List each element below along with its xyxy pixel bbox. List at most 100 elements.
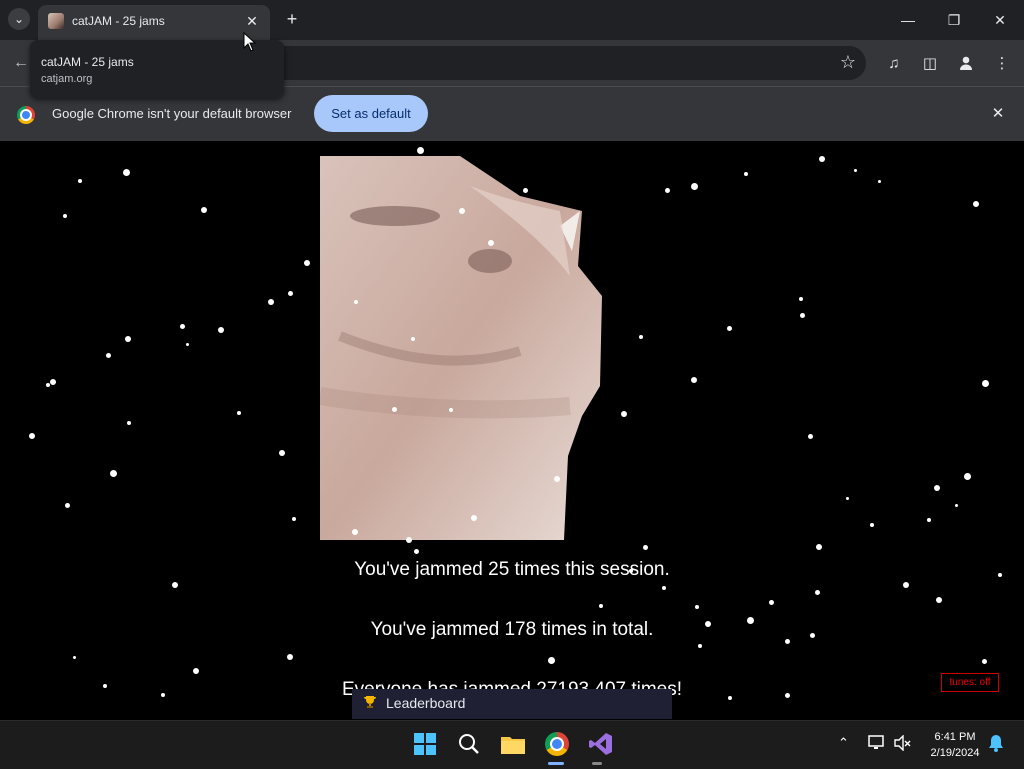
star-particle bbox=[705, 621, 711, 627]
star-particle bbox=[354, 300, 358, 304]
star-particle bbox=[981, 379, 989, 387]
star-particle bbox=[799, 297, 803, 301]
clock-time: 6:41 PM bbox=[934, 731, 976, 743]
star-particle bbox=[287, 654, 293, 660]
star-particle bbox=[179, 323, 185, 329]
side-panel-icon[interactable]: ◫ bbox=[919, 52, 941, 74]
star-particle bbox=[304, 260, 310, 266]
star-particle bbox=[639, 335, 643, 339]
star-particle bbox=[201, 207, 207, 213]
profile-icon[interactable] bbox=[955, 52, 977, 74]
set-as-default-button[interactable]: Set as default bbox=[314, 95, 428, 132]
star-particle bbox=[172, 582, 178, 588]
star-particle bbox=[459, 208, 465, 214]
star-particle bbox=[726, 325, 732, 331]
media-control-icon[interactable]: ♫ bbox=[883, 52, 905, 74]
star-particle bbox=[853, 168, 857, 172]
star-particle bbox=[642, 544, 648, 550]
star-particle bbox=[728, 696, 732, 700]
star-particle bbox=[954, 503, 958, 507]
tunes-toggle[interactable]: tunes: off bbox=[941, 673, 999, 692]
star-particle bbox=[268, 299, 274, 305]
system-clock[interactable]: 6:41 PM 2/19/2024 bbox=[920, 729, 990, 761]
star-particle bbox=[78, 179, 82, 183]
star-particle bbox=[193, 668, 199, 674]
clock-date: 2/19/2024 bbox=[930, 747, 980, 759]
new-tab-plus-icon[interactable]: + bbox=[282, 8, 302, 30]
chrome-taskbar-icon[interactable] bbox=[542, 729, 572, 759]
trophy-icon bbox=[364, 696, 376, 708]
file-explorer-icon[interactable] bbox=[498, 729, 528, 759]
vs-running-indicator bbox=[592, 762, 602, 765]
notification-bell-icon[interactable] bbox=[988, 734, 1004, 755]
more-menu-icon[interactable]: ⋮ bbox=[991, 52, 1013, 74]
star-particle bbox=[973, 201, 979, 207]
star-particle bbox=[105, 352, 111, 358]
star-particle bbox=[690, 182, 698, 190]
chrome-logo-icon bbox=[17, 106, 35, 124]
back-arrow-icon[interactable]: ← bbox=[10, 52, 32, 74]
windows-taskbar: ⌃ 6:41 PM 2/19/2024 bbox=[0, 720, 1024, 769]
infobar-close-icon[interactable]: ✕ bbox=[988, 103, 1008, 123]
star-particle bbox=[784, 692, 790, 698]
star-particle bbox=[50, 379, 56, 385]
star-particle bbox=[698, 644, 702, 648]
star-particle bbox=[449, 408, 453, 412]
star-particle bbox=[664, 187, 670, 193]
volume-muted-icon[interactable] bbox=[894, 734, 912, 754]
minimize-icon[interactable]: — bbox=[888, 6, 928, 34]
star-particle bbox=[411, 337, 415, 341]
tab-catjam[interactable]: catJAM - 25 jams ✕ bbox=[38, 5, 270, 40]
catjam-page: You've jammed 25 times this session. You… bbox=[0, 141, 1024, 720]
network-icon[interactable] bbox=[868, 735, 886, 754]
star-particle bbox=[784, 638, 790, 644]
leaderboard-button[interactable]: Leaderboard bbox=[352, 689, 672, 719]
star-particle bbox=[161, 693, 165, 697]
search-icon[interactable] bbox=[454, 729, 484, 759]
star-particle bbox=[662, 586, 666, 590]
star-particle bbox=[64, 502, 70, 508]
star-particle bbox=[471, 515, 477, 521]
star-particle bbox=[287, 290, 293, 296]
star-particle bbox=[877, 179, 881, 183]
mouse-cursor-icon bbox=[243, 32, 257, 52]
star-particle bbox=[127, 421, 131, 425]
leaderboard-label: Leaderboard bbox=[386, 695, 466, 711]
tab-title: catJAM - 25 jams bbox=[72, 14, 165, 28]
star-particle bbox=[809, 632, 815, 638]
tab-search-chevron-icon[interactable]: ⌄ bbox=[8, 8, 30, 30]
tab-close-icon[interactable]: ✕ bbox=[242, 11, 262, 31]
star-particle bbox=[981, 658, 987, 664]
hover-card-title: catJAM - 25 jams bbox=[41, 55, 134, 69]
star-particle bbox=[768, 599, 774, 605]
star-particle bbox=[72, 655, 76, 659]
hover-card-url: catjam.org bbox=[41, 73, 93, 85]
show-hidden-icons-chevron-icon[interactable]: ⌃ bbox=[838, 735, 849, 751]
star-particle bbox=[185, 342, 189, 346]
star-particle bbox=[744, 172, 748, 176]
tab-strip: ⌄ catJAM - 25 jams ✕ + — ❐ ✕ bbox=[0, 0, 1024, 40]
star-particle bbox=[292, 517, 296, 521]
star-particle bbox=[109, 469, 117, 477]
star-particle bbox=[413, 548, 419, 554]
star-particle bbox=[691, 377, 697, 383]
star-particle bbox=[554, 476, 560, 482]
star-particle bbox=[416, 146, 424, 154]
star-particle bbox=[963, 472, 971, 480]
close-window-icon[interactable]: ✕ bbox=[980, 6, 1020, 34]
star-particle bbox=[391, 406, 397, 412]
visual-studio-icon[interactable] bbox=[586, 729, 616, 759]
star-particle bbox=[814, 589, 820, 595]
star-particle bbox=[237, 411, 241, 415]
star-particle bbox=[522, 187, 528, 193]
star-particle bbox=[218, 327, 224, 333]
star-particle bbox=[279, 450, 285, 456]
bookmark-star-icon[interactable]: ☆ bbox=[840, 52, 856, 73]
windows-start-icon[interactable] bbox=[410, 729, 440, 759]
star-particle bbox=[621, 411, 627, 417]
star-particle bbox=[816, 544, 822, 550]
star-particle bbox=[845, 496, 849, 500]
restore-icon[interactable]: ❐ bbox=[934, 6, 974, 34]
star-particle bbox=[122, 168, 130, 176]
star-particle bbox=[934, 485, 940, 491]
